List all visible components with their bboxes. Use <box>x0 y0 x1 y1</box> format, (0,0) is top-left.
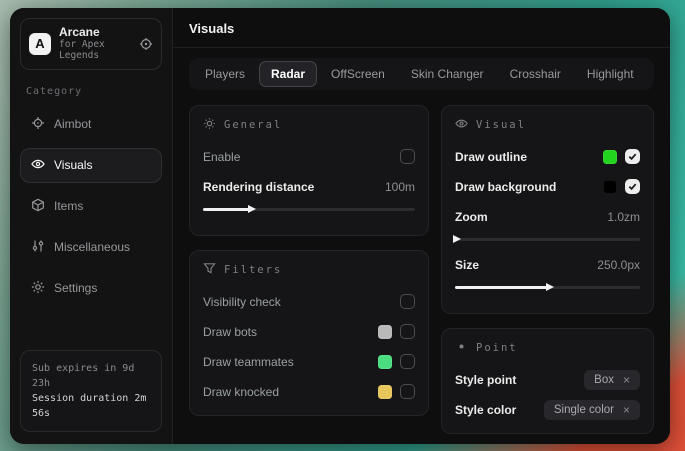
tab-offscreen[interactable]: OffScreen <box>319 61 397 87</box>
gear-icon <box>31 280 45 297</box>
size-value: 250.0px <box>597 258 640 272</box>
main-content: Visuals Players Radar OffScreen Skin Cha… <box>173 8 670 444</box>
draw-bots-checkbox[interactable] <box>400 324 415 339</box>
sub-expiry-text: Sub expires in 9d 23h <box>32 361 150 391</box>
crosshair-icon <box>31 116 45 133</box>
draw-knocked-color-swatch[interactable] <box>378 385 392 399</box>
chip-label: Single color <box>554 404 614 416</box>
rendering-distance-slider[interactable] <box>203 205 415 214</box>
enable-checkbox[interactable] <box>400 149 415 164</box>
main-header: Visuals <box>173 8 670 48</box>
draw-teammates-row: Draw teammates <box>203 350 415 373</box>
close-icon[interactable]: × <box>623 404 630 416</box>
point-panel: Point Style point Box × Style color Sing… <box>441 328 654 434</box>
style-color-row: Style color Single color × <box>455 398 640 421</box>
tab-radar[interactable]: Radar <box>259 61 317 87</box>
general-panel: General Enable Rendering distance 100m <box>189 105 429 236</box>
sidebar-item-visuals[interactable]: Visuals <box>20 148 162 183</box>
tab-bar: Players Radar OffScreen Skin Changer Cro… <box>189 58 654 90</box>
session-card: Sub expires in 9d 23h Session duration 2… <box>20 350 162 432</box>
chip-label: Box <box>594 374 614 386</box>
size-label: Size <box>455 258 479 272</box>
draw-background-row: Draw background <box>455 175 640 198</box>
page-title: Visuals <box>189 21 654 36</box>
enable-label: Enable <box>203 150 240 164</box>
rendering-distance-value: 100m <box>385 180 415 194</box>
draw-teammates-checkbox[interactable] <box>400 354 415 369</box>
style-point-select[interactable]: Box × <box>584 370 640 390</box>
draw-knocked-row: Draw knocked <box>203 380 415 403</box>
sidebar-item-settings[interactable]: Settings <box>20 271 162 306</box>
eye-icon <box>455 117 468 133</box>
tab-highlight[interactable]: Highlight <box>575 61 646 87</box>
panel-title: General <box>224 119 282 131</box>
sidebar-item-miscellaneous[interactable]: Miscellaneous <box>20 230 162 265</box>
sidebar-item-label: Miscellaneous <box>54 240 130 254</box>
size-row: Size 250.0px <box>455 253 640 276</box>
tab-skin-changer[interactable]: Skin Changer <box>399 61 496 87</box>
sun-gear-icon <box>203 117 216 133</box>
draw-outline-row: Draw outline <box>455 145 640 168</box>
close-icon[interactable]: × <box>623 374 630 386</box>
visibility-check-row: Visibility check <box>203 290 415 313</box>
draw-outline-color-swatch[interactable] <box>603 150 617 164</box>
rendering-distance-label: Rendering distance <box>203 180 314 194</box>
rendering-distance-row: Rendering distance 100m <box>203 175 415 198</box>
visual-panel: Visual Draw outline Draw background <box>441 105 654 314</box>
sliders-icon <box>31 239 45 256</box>
eye-icon <box>31 157 45 174</box>
draw-background-checkbox[interactable] <box>625 179 640 194</box>
tab-crosshair[interactable]: Crosshair <box>498 61 573 87</box>
draw-outline-checkbox[interactable] <box>625 149 640 164</box>
brand-card: A Arcane for Apex Legends <box>20 18 162 70</box>
panel-title: Point <box>476 342 518 354</box>
visibility-check-checkbox[interactable] <box>400 294 415 309</box>
desktop-background: A Arcane for Apex Legends Category Aimbo <box>0 0 685 451</box>
sidebar: A Arcane for Apex Legends Category Aimbo <box>10 8 173 444</box>
slider-handle[interactable] <box>546 283 554 291</box>
sidebar-item-label: Aimbot <box>54 117 91 131</box>
style-point-row: Style point Box × <box>455 368 640 391</box>
zoom-value: 1.0zm <box>607 210 640 224</box>
draw-background-color-swatch[interactable] <box>603 180 617 194</box>
session-duration-text: Session duration 2m 56s <box>32 391 150 421</box>
slider-handle[interactable] <box>248 205 256 213</box>
app-name: Arcane <box>59 26 131 40</box>
app-logo: A <box>29 33 51 55</box>
zoom-row: Zoom 1.0zm <box>455 205 640 228</box>
sidebar-item-label: Items <box>54 199 83 213</box>
cube-icon <box>31 198 45 215</box>
app-subtitle: for Apex Legends <box>59 40 131 62</box>
gear-icon[interactable] <box>139 37 153 51</box>
sidebar-item-label: Settings <box>54 281 97 295</box>
style-color-select[interactable]: Single color × <box>544 400 640 420</box>
sidebar-item-aimbot[interactable]: Aimbot <box>20 107 162 142</box>
draw-knocked-checkbox[interactable] <box>400 384 415 399</box>
draw-bots-color-swatch[interactable] <box>378 325 392 339</box>
panel-title: Visual <box>476 119 526 131</box>
app-window: A Arcane for Apex Legends Category Aimbo <box>10 8 670 444</box>
sidebar-item-items[interactable]: Items <box>20 189 162 224</box>
size-slider[interactable] <box>455 283 640 292</box>
enable-row: Enable <box>203 145 415 168</box>
zoom-slider[interactable] <box>455 235 640 244</box>
draw-bots-row: Draw bots <box>203 320 415 343</box>
tab-players[interactable]: Players <box>193 61 257 87</box>
funnel-icon <box>203 262 216 278</box>
sidebar-item-label: Visuals <box>54 158 92 172</box>
zoom-label: Zoom <box>455 210 488 224</box>
dot-icon <box>455 340 468 356</box>
panel-title: Filters <box>224 264 282 276</box>
slider-handle[interactable] <box>453 235 461 243</box>
draw-teammates-color-swatch[interactable] <box>378 355 392 369</box>
category-label: Category <box>26 86 156 97</box>
filters-panel: Filters Visibility check Draw bots <box>189 250 429 416</box>
